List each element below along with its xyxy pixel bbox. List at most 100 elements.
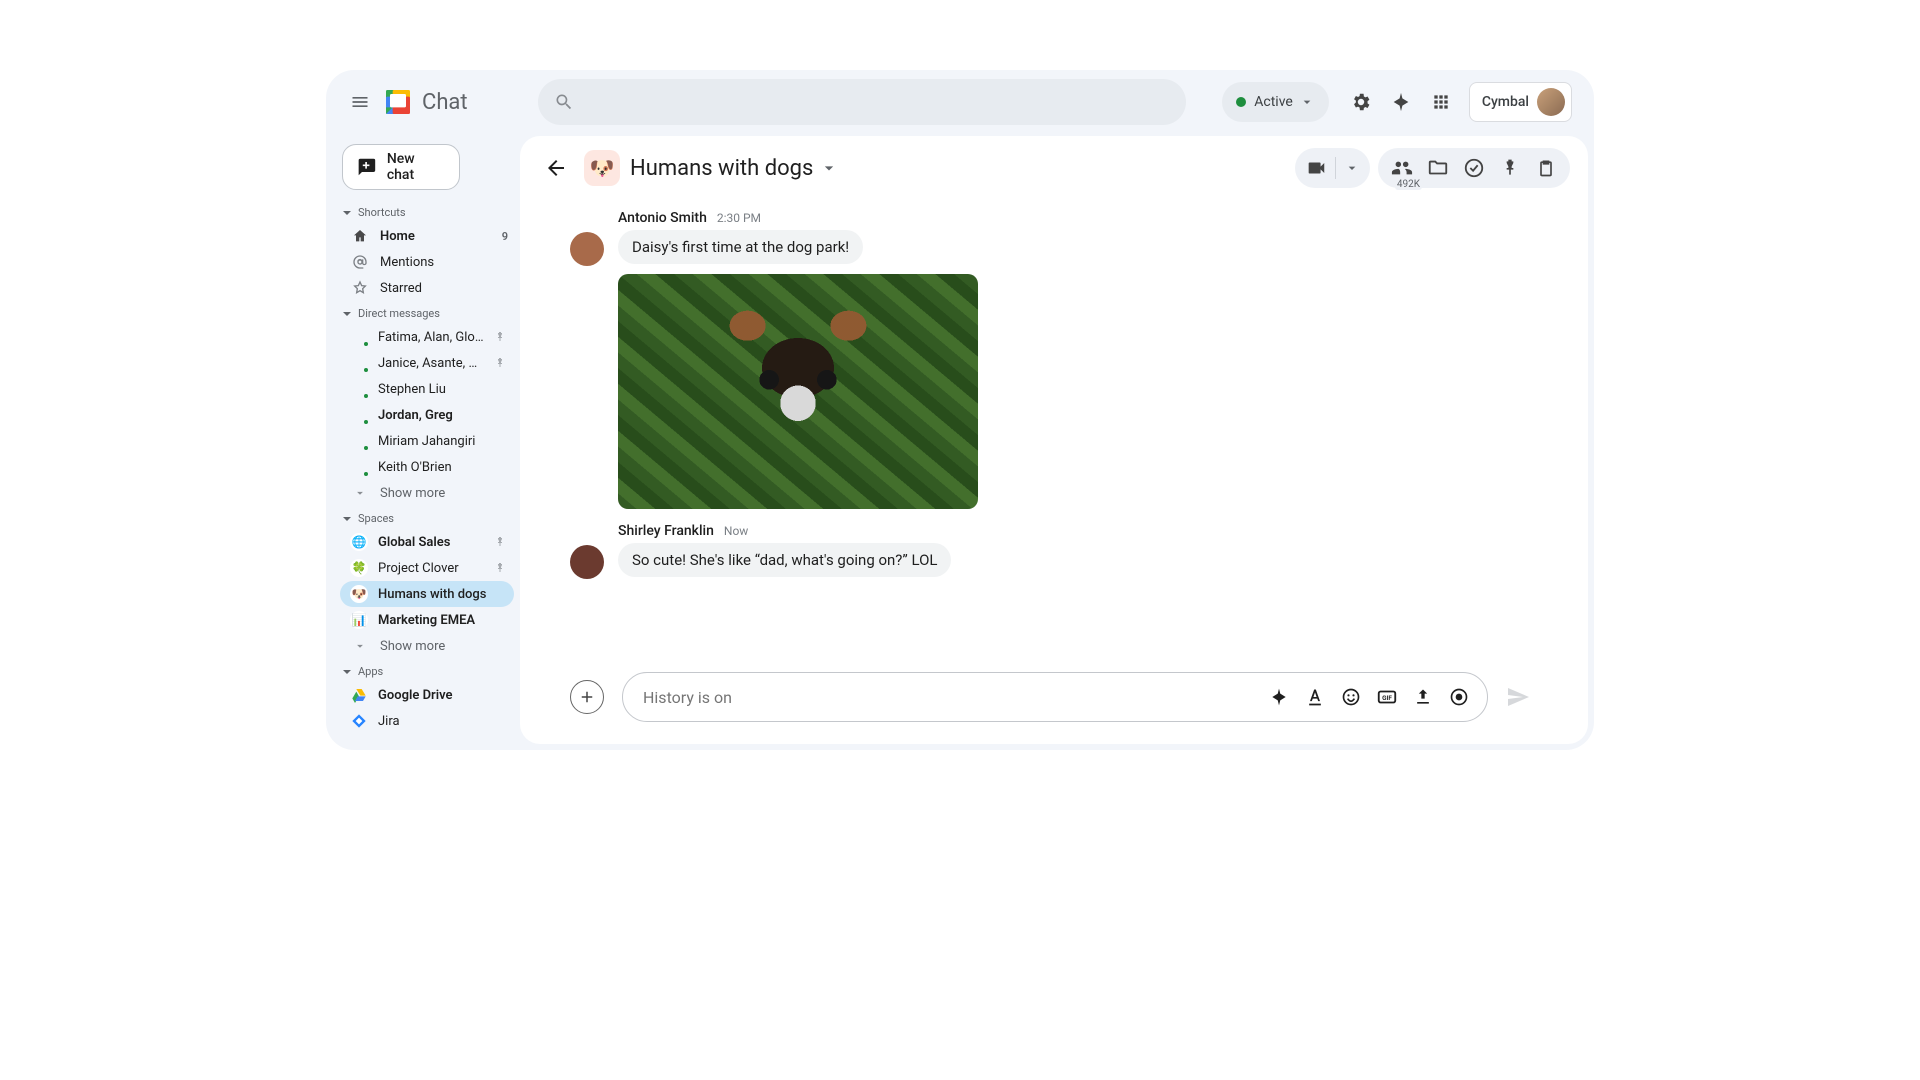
shortcut-mentions-label: Mentions <box>380 255 434 270</box>
hamburger-menu-icon[interactable] <box>348 90 372 114</box>
dm-label: Miriam Jahangiri <box>378 434 475 449</box>
gear-icon <box>1350 91 1372 113</box>
message-header: Antonio Smith2:30 PM <box>618 210 978 226</box>
message-bubble[interactable]: Daisy's first time at the dog park! <box>618 230 863 264</box>
collapse-triangle-icon <box>342 667 352 677</box>
space-label: Marketing EMEA <box>378 613 475 628</box>
apps-grid-icon <box>1431 92 1451 112</box>
format-button[interactable] <box>1297 679 1333 715</box>
space-label: Humans with dogs <box>378 587 486 602</box>
user-avatar-icon <box>1537 88 1565 116</box>
app-body: New chat Shortcuts Home 9 Mentions <box>326 134 1594 750</box>
message-bubble[interactable]: So cute! She's like “dad, what's going o… <box>618 543 951 577</box>
at-icon <box>352 254 368 270</box>
text-format-icon <box>1305 687 1325 707</box>
dm-item[interactable]: Jordan, Greg <box>340 402 514 428</box>
attach-menu-button[interactable] <box>570 680 604 714</box>
pin-icon <box>494 562 506 574</box>
section-shortcuts-header[interactable]: Shortcuts <box>340 200 514 223</box>
message-composer[interactable]: GIF <box>622 672 1488 722</box>
pin-icon <box>1500 158 1520 178</box>
app-item[interactable]: Jira <box>340 708 514 734</box>
presence-dot-icon <box>362 444 370 452</box>
shortcut-starred[interactable]: Starred <box>340 275 514 301</box>
search-icon <box>554 92 574 112</box>
space-avatar-icon: 🌐 <box>350 533 368 551</box>
space-item[interactable]: 🌐 Global Sales <box>340 529 514 555</box>
shortcut-home[interactable]: Home 9 <box>340 223 514 249</box>
chevron-down-icon <box>353 639 367 653</box>
new-chat-button[interactable]: New chat <box>342 144 460 190</box>
app-label: Jira <box>378 714 400 729</box>
space-item[interactable]: 🍀Project Clover <box>340 555 514 581</box>
shortcut-home-label: Home <box>380 229 415 244</box>
app-logo-block: Chat <box>382 86 538 118</box>
message-input[interactable] <box>643 688 1261 707</box>
spaces-show-more[interactable]: Show more <box>340 633 514 659</box>
chat-logo-icon <box>382 86 414 118</box>
search-bar[interactable] <box>538 79 1186 125</box>
space-item[interactable]: 🐶Humans with dogs <box>340 581 514 607</box>
dm-item[interactable]: Janice, Asante, He... <box>340 350 514 376</box>
space-label: Global Sales <box>378 535 450 550</box>
apps-launcher-button[interactable] <box>1421 82 1461 122</box>
back-button[interactable] <box>538 150 574 186</box>
message-time: Now <box>724 524 748 538</box>
video-icon <box>1305 157 1327 179</box>
send-button[interactable] <box>1498 677 1538 717</box>
main-panel: 🐶 Humans with dogs <box>520 136 1588 744</box>
arrow-left-icon <box>544 156 568 180</box>
presence-dot-icon <box>362 366 370 374</box>
app-window: Chat Active <box>326 70 1594 750</box>
account-switcher[interactable]: Cymbal <box>1469 82 1572 122</box>
room-avatar-icon: 🐶 <box>584 150 620 186</box>
org-name: Cymbal <box>1482 94 1529 110</box>
files-button[interactable] <box>1420 150 1456 186</box>
record-button[interactable] <box>1441 679 1477 715</box>
emoji-button[interactable] <box>1333 679 1369 715</box>
task-circle-icon <box>1463 157 1485 179</box>
video-call-menu[interactable] <box>1295 148 1370 188</box>
pin-button[interactable] <box>1492 150 1528 186</box>
members-button[interactable]: 492K <box>1384 150 1420 186</box>
settings-button[interactable] <box>1341 82 1381 122</box>
plus-icon <box>578 688 596 706</box>
pinned-indicator <box>492 331 508 343</box>
dm-label: Jordan, Greg <box>378 408 453 423</box>
presence-dot-icon <box>362 470 370 478</box>
dm-label: Fatima, Alan, Glo... <box>378 330 484 345</box>
pinned-indicator <box>492 562 508 574</box>
upload-button[interactable] <box>1405 679 1441 715</box>
shortcut-mentions[interactable]: Mentions <box>340 249 514 275</box>
dms-show-more[interactable]: Show more <box>340 480 514 506</box>
ai-compose-button[interactable] <box>1261 679 1297 715</box>
sidebar: New chat Shortcuts Home 9 Mentions <box>326 134 520 750</box>
dm-item[interactable]: Stephen Liu <box>340 376 514 402</box>
presence-dot-icon <box>1236 97 1246 107</box>
sparkle-icon <box>1390 91 1412 113</box>
dm-item[interactable]: Keith O'Brien <box>340 454 514 480</box>
gemini-button[interactable] <box>1381 82 1421 122</box>
app-item[interactable]: Google Drive <box>340 682 514 708</box>
dm-label: Janice, Asante, He... <box>378 356 484 371</box>
new-chat-label: New chat <box>387 151 445 183</box>
tasks-button[interactable] <box>1456 150 1492 186</box>
presence-selector[interactable]: Active <box>1222 82 1329 122</box>
clipboard-button[interactable] <box>1528 150 1564 186</box>
message-time: 2:30 PM <box>717 211 761 225</box>
pin-icon <box>494 357 506 369</box>
search-input[interactable] <box>584 93 1170 112</box>
section-dms-header[interactable]: Direct messages <box>340 301 514 324</box>
people-icon <box>1391 157 1413 179</box>
shortcut-starred-label: Starred <box>380 281 422 296</box>
presence-dot-icon <box>362 392 370 400</box>
section-apps-header[interactable]: Apps <box>340 659 514 682</box>
space-item[interactable]: 📊Marketing EMEA <box>340 607 514 633</box>
presence-label: Active <box>1254 94 1293 110</box>
dm-item[interactable]: Fatima, Alan, Glo... <box>340 324 514 350</box>
gif-button[interactable]: GIF <box>1369 679 1405 715</box>
dm-item[interactable]: Miriam Jahangiri <box>340 428 514 454</box>
image-attachment[interactable] <box>618 274 978 509</box>
section-spaces-header[interactable]: Spaces <box>340 506 514 529</box>
room-title-button[interactable]: Humans with dogs <box>630 156 839 181</box>
